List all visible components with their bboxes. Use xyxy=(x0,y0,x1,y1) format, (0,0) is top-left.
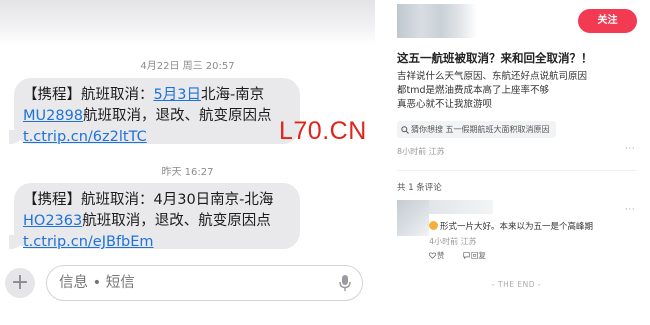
message-composer: + xyxy=(0,263,375,307)
heart-icon xyxy=(428,252,437,259)
mic-icon[interactable] xyxy=(338,274,352,292)
blurred-author xyxy=(397,4,477,38)
comment-icon xyxy=(463,252,470,260)
search-icon xyxy=(401,126,409,134)
message-text: 北海-南京 xyxy=(200,87,265,103)
search-suggestion-text: 猜你想搜 五一假期航班大面积取消原因 xyxy=(411,125,550,134)
message-input[interactable] xyxy=(46,265,363,301)
url-link[interactable]: t.ctrip.cn/6z2ltTC xyxy=(23,129,147,145)
message-text: 航班取消，退改、航变原因点 xyxy=(83,108,272,124)
date-link[interactable]: 5月3日 xyxy=(154,87,201,103)
like-label: 赞 xyxy=(437,251,445,260)
message-bubble[interactable]: 【携程】航班取消：5月3日北海-南京 MU2898航班取消，退改、航变原因点 t… xyxy=(9,78,300,145)
post-screen: 关注 这五一航班被取消？来和回全取消？！ 吉祥说什么天气原因、东航还好点说航司原… xyxy=(383,0,650,325)
more-icon[interactable]: ··· xyxy=(625,144,635,154)
comment-meta: 4小时前 江苏 xyxy=(429,237,477,246)
more-icon[interactable]: ··· xyxy=(625,205,635,215)
url-link[interactable]: t.ctrip.cn/eJBfbEm xyxy=(23,234,154,250)
comment-count: 共 1 条评论 xyxy=(397,183,442,193)
emoji-icon xyxy=(429,221,438,230)
post-title: 这五一航班被取消？来和回全取消？！ xyxy=(397,51,593,65)
search-suggestion-chip[interactable]: 猜你想搜 五一假期航班大面积取消原因 xyxy=(397,121,556,138)
message-text: 【携程】航班取消： xyxy=(23,87,154,103)
add-attachment-button[interactable]: + xyxy=(5,268,35,298)
message-timestamp: 4月22日 周三 20:57 xyxy=(140,61,235,72)
bubble-tail xyxy=(9,235,23,249)
blurred-commenter-avatar xyxy=(397,200,429,236)
comment-text: 形式一片大好。本来以为五一是个高峰期 xyxy=(429,220,593,232)
post-body-line: 真恶心就不让我旅游呗 xyxy=(397,99,493,110)
message-line: 【携程】航班取消：4月30日南京-北海 xyxy=(23,192,274,208)
divider xyxy=(397,170,637,171)
watermark: L70.CN xyxy=(279,117,367,145)
follow-button[interactable]: 关注 xyxy=(578,9,637,33)
bubble-tail xyxy=(9,130,23,144)
like-button[interactable]: 赞 xyxy=(428,251,453,260)
end-marker: - THE END - xyxy=(491,280,542,289)
post-body-line: 都tmd是燃油费成本高了上座率不够 xyxy=(397,85,550,96)
post-meta: 8小时前 江苏 xyxy=(397,147,445,156)
flight-number-link[interactable]: MU2898 xyxy=(23,108,83,124)
sms-screen: 4月22日 周三 20:57 【携程】航班取消：5月3日北海-南京 MU2898… xyxy=(0,0,375,325)
blurred-commenter-name xyxy=(429,200,493,214)
message-line: t.ctrip.cn/6z2ltTC xyxy=(23,127,290,148)
post-body: 吉祥说什么天气原因、东航还好点说航司原因 都tmd是燃油费成本高了上座率不够 真… xyxy=(397,70,587,112)
reply-button[interactable]: 回复 xyxy=(463,251,494,260)
reply-label: 回复 xyxy=(470,251,486,260)
message-line: t.ctrip.cn/eJBfbEm xyxy=(23,232,290,253)
message-timestamp: 昨天 16:27 xyxy=(161,167,214,178)
comment-body: 形式一片大好。本来以为五一是个高峰期 xyxy=(440,222,594,232)
blurred-header xyxy=(0,0,375,46)
message-line: MU2898航班取消，退改、航变原因点 xyxy=(23,106,290,127)
message-text: 航班取消，退改、航变原因点 xyxy=(82,213,271,229)
message-bubble[interactable]: 【携程】航班取消：4月30日南京-北海 HO2363航班取消，退改、航变原因点 … xyxy=(9,183,300,250)
post-body-line: 吉祥说什么天气原因、东航还好点说航司原因 xyxy=(397,71,588,82)
flight-number-link[interactable]: HO2363 xyxy=(23,213,82,229)
comment-actions: 赞 回复 xyxy=(428,250,502,261)
message-line: HO2363航班取消，退改、航变原因点 xyxy=(23,211,290,232)
message-line: 【携程】航班取消：5月3日北海-南京 xyxy=(23,85,290,106)
